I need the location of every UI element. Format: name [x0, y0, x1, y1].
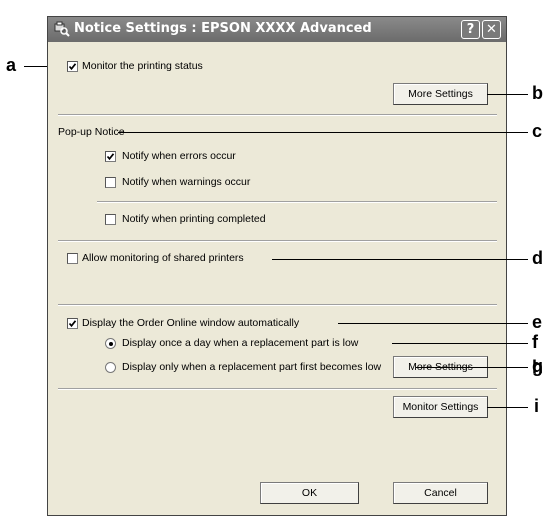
popup-notice-heading: Pop-up Notice [58, 126, 125, 138]
notify-errors-label[interactable]: Notify when errors occur [122, 150, 236, 163]
checkmark-icon [68, 320, 77, 328]
order-online-checkbox[interactable] [67, 318, 78, 329]
callout-h-label: h [532, 357, 543, 377]
callout-e: e [532, 312, 543, 332]
callout-line-e [338, 323, 528, 324]
more-settings-button-monitor[interactable]: More Settings [393, 83, 488, 105]
callout-line-i [487, 407, 528, 408]
notify-completed-label[interactable]: Notify when printing completed [122, 213, 266, 226]
separator [58, 114, 497, 116]
separator [97, 201, 497, 203]
ok-button[interactable]: OK [260, 482, 359, 504]
callout-i: i [534, 396, 540, 416]
checkmark-icon [106, 153, 115, 161]
separator [58, 240, 497, 242]
notify-completed-checkbox[interactable] [105, 214, 116, 225]
callout-d: d [532, 248, 543, 268]
cancel-button[interactable]: Cancel [393, 482, 488, 504]
title-bar[interactable]: Notice Settings : EPSON XXXX Advanced ? … [48, 17, 506, 42]
callout-line-c [118, 132, 528, 133]
callout-f: f [532, 332, 538, 352]
radio-selected-dot [108, 341, 113, 346]
monitor-status-label[interactable]: Monitor the printing status [82, 60, 203, 73]
callout-b: b [532, 83, 543, 103]
printer-magnifier-icon [54, 21, 70, 37]
order-online-label[interactable]: Display the Order Online window automati… [82, 317, 299, 330]
once-a-day-label[interactable]: Display once a day when a replacement pa… [122, 337, 358, 350]
notice-settings-dialog: Notice Settings : EPSON XXXX Advanced ? … [47, 16, 507, 516]
separator [58, 388, 497, 390]
first-becomes-low-radio[interactable] [105, 362, 116, 373]
callout-line-f [392, 343, 528, 344]
notify-errors-checkbox[interactable] [105, 151, 116, 162]
window-title: Notice Settings : EPSON XXXX Advanced [74, 21, 372, 36]
monitor-status-checkbox[interactable] [67, 61, 78, 72]
notify-warnings-label[interactable]: Notify when warnings occur [122, 176, 250, 189]
monitor-settings-button[interactable]: Monitor Settings [393, 396, 488, 418]
shared-printers-label[interactable]: Allow monitoring of shared printers [82, 252, 244, 265]
notify-warnings-checkbox[interactable] [105, 177, 116, 188]
callout-a: a [6, 55, 17, 75]
callout-c: c [532, 121, 543, 141]
callout-line-d [272, 259, 528, 260]
shared-printers-checkbox[interactable] [67, 253, 78, 264]
callout-line-b [487, 94, 528, 95]
help-button[interactable]: ? [461, 20, 480, 39]
once-a-day-radio[interactable] [105, 338, 116, 349]
checkmark-icon [68, 63, 77, 71]
separator [58, 304, 497, 306]
close-button[interactable]: ✕ [482, 20, 501, 39]
callout-line-h [487, 367, 528, 368]
first-becomes-low-label[interactable]: Display only when a replacement part fir… [122, 361, 381, 374]
